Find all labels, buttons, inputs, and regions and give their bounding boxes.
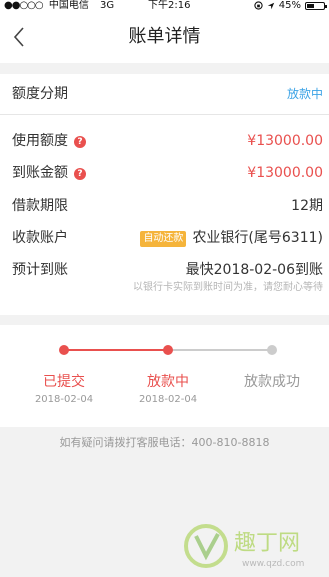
location-arrow-icon	[267, 2, 274, 9]
installment-card: 额度分期 放款中	[0, 74, 329, 115]
term-row: 借款期限 12期	[0, 194, 329, 218]
question-icon[interactable]: ?	[74, 168, 86, 180]
battery-percent: 45%	[278, 0, 301, 11]
expected-note: 以银行卡实际到账时间为准，请您耐心等待	[133, 282, 323, 293]
step-name: 已提交	[43, 374, 85, 390]
lock-rotation-icon	[254, 1, 263, 10]
watermark-logo: 趣丁网 www.qzd.com	[184, 524, 304, 569]
progress-track-done	[64, 349, 168, 351]
step-name: 放款成功	[244, 374, 300, 390]
details-card: 使用额度? ¥13000.00 到账金额? ¥13000.00 借款期限 12期…	[0, 115, 329, 315]
progress-track-pending	[168, 349, 272, 351]
svg-text:www.qzd.com: www.qzd.com	[242, 559, 304, 569]
step-dot-success	[267, 345, 277, 355]
account-label: 收款账户	[12, 230, 68, 246]
bank-account: 农业银行(尾号6311)	[192, 230, 323, 246]
auto-repay-badge: 自动还款	[140, 231, 187, 247]
status-bar: ●●○○○ 中国电信 3G 下午2:16 45%	[0, 0, 329, 11]
step-dot-submitted	[59, 345, 69, 355]
expected-value: 最快2018-02-06到账	[185, 262, 323, 278]
nav-bar: 账单详情	[0, 11, 329, 63]
used-amount-row: 使用额度? ¥13000.00	[0, 129, 329, 153]
step-submitted: 已提交 2018-02-04	[9, 371, 119, 407]
step-dot-disbursing	[163, 345, 173, 355]
carrier-info: ●●○○○ 中国电信 3G	[4, 0, 114, 11]
signal-strength: ●●○○○	[4, 0, 44, 11]
status-right: 45%	[254, 0, 327, 11]
received-amount-value: ¥13000.00	[247, 165, 323, 181]
received-amount-label: 到账金额?	[12, 161, 86, 185]
battery-fill	[307, 3, 314, 8]
network-type: 3G	[100, 0, 115, 11]
term-label: 借款期限	[12, 198, 68, 214]
used-amount-label: 使用额度?	[12, 129, 86, 153]
step-date: 2018-02-04	[34, 394, 94, 405]
step-date: 2018-02-04	[138, 394, 198, 405]
received-amount-row: 到账金额? ¥13000.00	[0, 161, 329, 185]
status-time: 下午2:16	[148, 0, 191, 11]
expected-row: 预计到账 最快2018-02-06到账	[0, 258, 329, 282]
step-success: 放款成功	[217, 371, 327, 393]
account-value: 自动还款 农业银行(尾号6311)	[140, 226, 323, 250]
customer-service-hotline[interactable]: 如有疑问请拨打客服电话：400-810-8818	[0, 436, 329, 450]
installment-status: 放款中	[286, 87, 323, 101]
expected-label: 预计到账	[12, 262, 68, 278]
installment-row: 额度分期 放款中	[0, 82, 329, 106]
step-disbursing: 放款中 2018-02-04	[113, 371, 223, 407]
progress-card: 已提交 2018-02-04 放款中 2018-02-04 放款成功	[0, 325, 329, 427]
step-name: 放款中	[147, 374, 189, 390]
question-icon[interactable]: ?	[74, 136, 86, 148]
svg-text:趣丁网: 趣丁网	[234, 531, 300, 556]
used-amount-value: ¥13000.00	[247, 133, 323, 149]
term-value: 12期	[291, 198, 323, 214]
battery-icon	[305, 1, 327, 10]
account-row: 收款账户 自动还款 农业银行(尾号6311)	[0, 226, 329, 250]
installment-label: 额度分期	[12, 86, 68, 102]
carrier-name: 中国电信	[48, 0, 89, 11]
page-title: 账单详情	[128, 26, 201, 47]
